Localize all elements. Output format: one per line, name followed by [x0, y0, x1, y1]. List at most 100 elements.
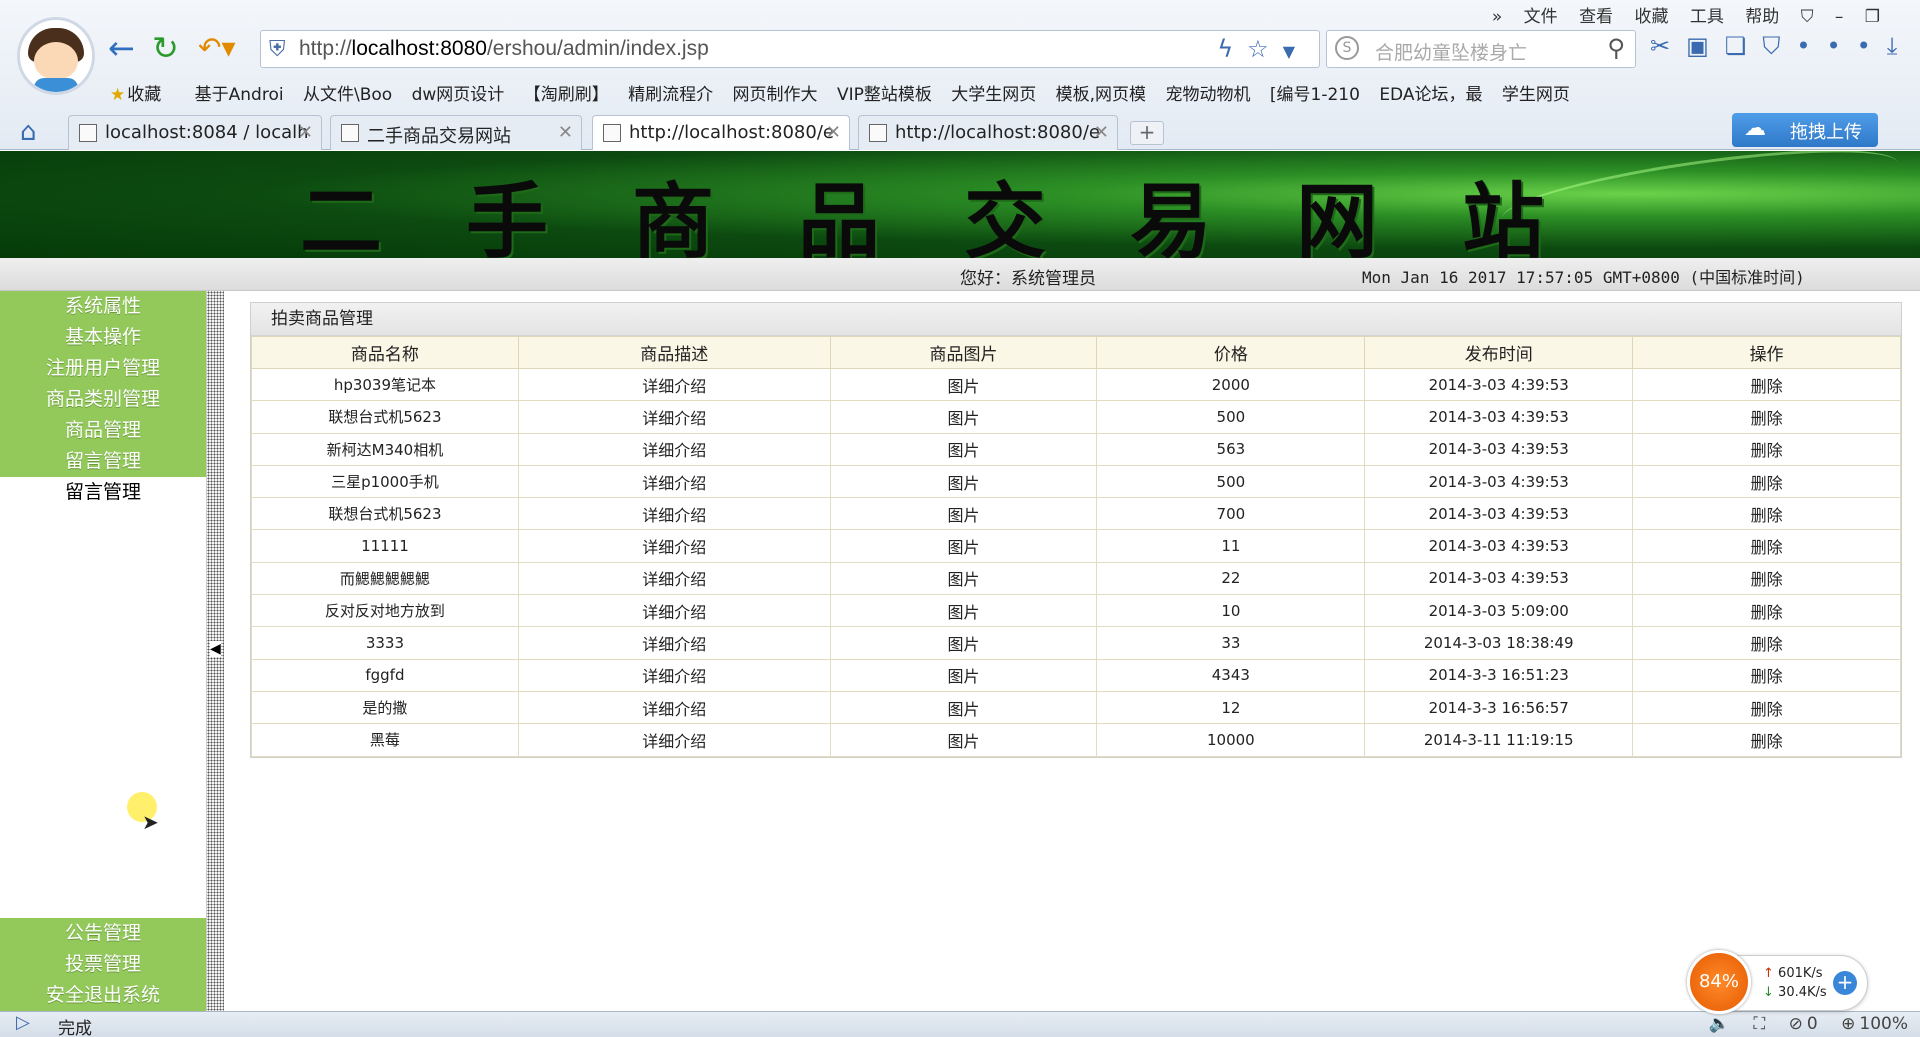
- block-icon[interactable]: ⊘: [1789, 1014, 1803, 1034]
- close-icon[interactable]: ✕: [1094, 122, 1109, 143]
- sidebar-item-logout[interactable]: 安全退出系统: [0, 980, 206, 1011]
- image-link[interactable]: 图片: [829, 626, 1098, 660]
- bookmark-item[interactable]: VIP整站模板: [837, 85, 932, 105]
- close-icon[interactable]: ✕: [558, 122, 573, 143]
- bookmark-item[interactable]: 网页制作大: [733, 85, 818, 105]
- detail-link[interactable]: 详细介绍: [517, 367, 831, 402]
- detail-link[interactable]: 详细介绍: [517, 497, 831, 531]
- restore-icon[interactable]: ❐: [1865, 7, 1880, 27]
- detail-link[interactable]: 详细介绍: [517, 690, 831, 725]
- zoom-level[interactable]: 100%: [1859, 1014, 1908, 1034]
- lightning-icon[interactable]: ϟ: [1217, 35, 1247, 63]
- image-link[interactable]: 图片: [829, 594, 1098, 628]
- bookmark-item[interactable]: 精刷流程介: [628, 85, 713, 105]
- bookmark-item[interactable]: 【淘刷刷】: [524, 85, 609, 105]
- detail-link[interactable]: 详细介绍: [517, 464, 831, 499]
- undo-icon[interactable]: ↶▾: [198, 30, 236, 66]
- image-link[interactable]: 图片: [829, 432, 1098, 466]
- detail-link[interactable]: 详细介绍: [517, 658, 831, 692]
- sidebar-item-voting[interactable]: 投票管理: [0, 949, 206, 980]
- tab-site-title[interactable]: 二手商品交易网站 ✕: [330, 115, 582, 150]
- sidebar-item-basic-operations[interactable]: 基本操作: [0, 322, 206, 353]
- minimize-icon[interactable]: –: [1835, 7, 1844, 27]
- dropdown-icon[interactable]: ▼: [1283, 42, 1309, 61]
- network-icon[interactable]: ⛶: [1753, 1014, 1765, 1034]
- memory-percent[interactable]: 84%: [1687, 950, 1751, 1014]
- image-link[interactable]: 图片: [829, 400, 1098, 434]
- search-engine-icon[interactable]: S: [1335, 36, 1359, 60]
- address-bar[interactable]: ⛨ http://localhost:8080/ershou/admin/ind…: [260, 30, 1320, 68]
- search-icon[interactable]: ⚲: [1607, 34, 1625, 62]
- sidebar-item-product-management[interactable]: 商品管理: [0, 415, 206, 446]
- bookmark-item[interactable]: EDA论坛，最: [1379, 85, 1482, 105]
- skin-icon[interactable]: ⛉: [1801, 7, 1814, 27]
- delete-link[interactable]: 删除: [1632, 367, 1901, 402]
- bookmark-item[interactable]: 从文件\Boo: [303, 85, 392, 105]
- delete-link[interactable]: 删除: [1632, 626, 1901, 660]
- bookmark-item[interactable]: 大学生网页: [951, 85, 1036, 105]
- image-link[interactable]: 图片: [829, 690, 1098, 725]
- delete-link[interactable]: 删除: [1632, 658, 1901, 692]
- menu-favorites[interactable]: 收藏: [1634, 7, 1668, 27]
- image-link[interactable]: 图片: [829, 658, 1098, 692]
- delete-link[interactable]: 删除: [1632, 464, 1901, 499]
- detail-link[interactable]: 详细介绍: [517, 723, 831, 757]
- delete-link[interactable]: 删除: [1632, 529, 1901, 563]
- page-nav-icon[interactable]: ▷: [16, 1012, 30, 1033]
- tab-localhost-8084[interactable]: localhost:8084 / localh ✕: [68, 115, 322, 150]
- more-dots-icon[interactable]: •••: [1796, 32, 1886, 60]
- new-tab-button[interactable]: +: [1130, 121, 1164, 145]
- delete-link[interactable]: 删除: [1632, 594, 1901, 628]
- image-link[interactable]: 图片: [829, 723, 1098, 757]
- delete-link[interactable]: 删除: [1632, 723, 1901, 757]
- close-icon[interactable]: ✕: [826, 122, 841, 143]
- scissors-icon[interactable]: ✂: [1650, 32, 1686, 60]
- star-icon[interactable]: ☆: [1247, 35, 1283, 63]
- detail-link[interactable]: 详细介绍: [517, 594, 831, 628]
- menu-tools[interactable]: 工具: [1690, 7, 1724, 27]
- bookmark-item[interactable]: 基于Androi: [195, 85, 284, 105]
- delete-link[interactable]: 删除: [1632, 432, 1901, 466]
- address-text[interactable]: http://localhost:8080/ershou/admin/index…: [299, 37, 709, 61]
- security-icon[interactable]: ⛉: [1762, 32, 1796, 60]
- detail-link[interactable]: 详细介绍: [517, 400, 831, 434]
- refresh-icon[interactable]: ↻: [152, 30, 179, 66]
- delete-link[interactable]: 删除: [1632, 400, 1901, 434]
- tab-admin-active[interactable]: http://localhost:8080/e ✕: [592, 115, 850, 150]
- close-icon[interactable]: ✕: [298, 122, 313, 143]
- menu-help[interactable]: 帮助: [1745, 7, 1779, 27]
- bookmark-item[interactable]: [编号1-210: [1270, 85, 1360, 105]
- image-link[interactable]: 图片: [829, 367, 1098, 402]
- bookmark-item[interactable]: 模板,网页模: [1056, 85, 1146, 105]
- download-icon[interactable]: ⤓: [1887, 32, 1914, 60]
- delete-link[interactable]: 删除: [1632, 561, 1901, 596]
- bookmark-item[interactable]: 学生网页: [1502, 85, 1570, 105]
- menu-file[interactable]: 文件: [1524, 7, 1558, 27]
- sidebar-item-system-properties[interactable]: 系统属性: [0, 291, 206, 322]
- drag-upload-button[interactable]: ☁ 拖拽上传: [1732, 113, 1878, 147]
- zoom-icon[interactable]: ⊕: [1841, 1014, 1855, 1034]
- image-link[interactable]: 图片: [829, 464, 1098, 499]
- frame-splitter[interactable]: ◀: [206, 291, 224, 1011]
- detail-link[interactable]: 详细介绍: [517, 529, 831, 563]
- sidebar-item-user-management[interactable]: 注册用户管理: [0, 353, 206, 384]
- home-icon[interactable]: ⌂: [20, 117, 37, 147]
- bookmark-favorites[interactable]: ★ 收藏: [110, 85, 175, 105]
- sidebar-subitem-message-management[interactable]: 留言管理: [0, 477, 206, 508]
- back-arrow-icon[interactable]: ←: [108, 30, 135, 66]
- image-link[interactable]: 图片: [829, 529, 1098, 563]
- sidebar-item-announcements[interactable]: 公告管理: [0, 918, 206, 949]
- delete-link[interactable]: 删除: [1632, 497, 1901, 531]
- speaker-icon[interactable]: 🔈: [1709, 1014, 1730, 1034]
- image-link[interactable]: 图片: [829, 561, 1098, 596]
- sidebar-item-category-management[interactable]: 商品类别管理: [0, 384, 206, 415]
- window-icon[interactable]: ❏: [1725, 32, 1763, 60]
- more-icon[interactable]: »: [1492, 7, 1502, 27]
- detail-link[interactable]: 详细介绍: [517, 626, 831, 660]
- sidebar-item-message-management[interactable]: 留言管理: [0, 446, 206, 477]
- delete-link[interactable]: 删除: [1632, 690, 1901, 725]
- image-link[interactable]: 图片: [829, 497, 1098, 531]
- screenshot-icon[interactable]: ▣: [1686, 32, 1725, 60]
- add-icon[interactable]: +: [1833, 971, 1857, 995]
- detail-link[interactable]: 详细介绍: [517, 561, 831, 596]
